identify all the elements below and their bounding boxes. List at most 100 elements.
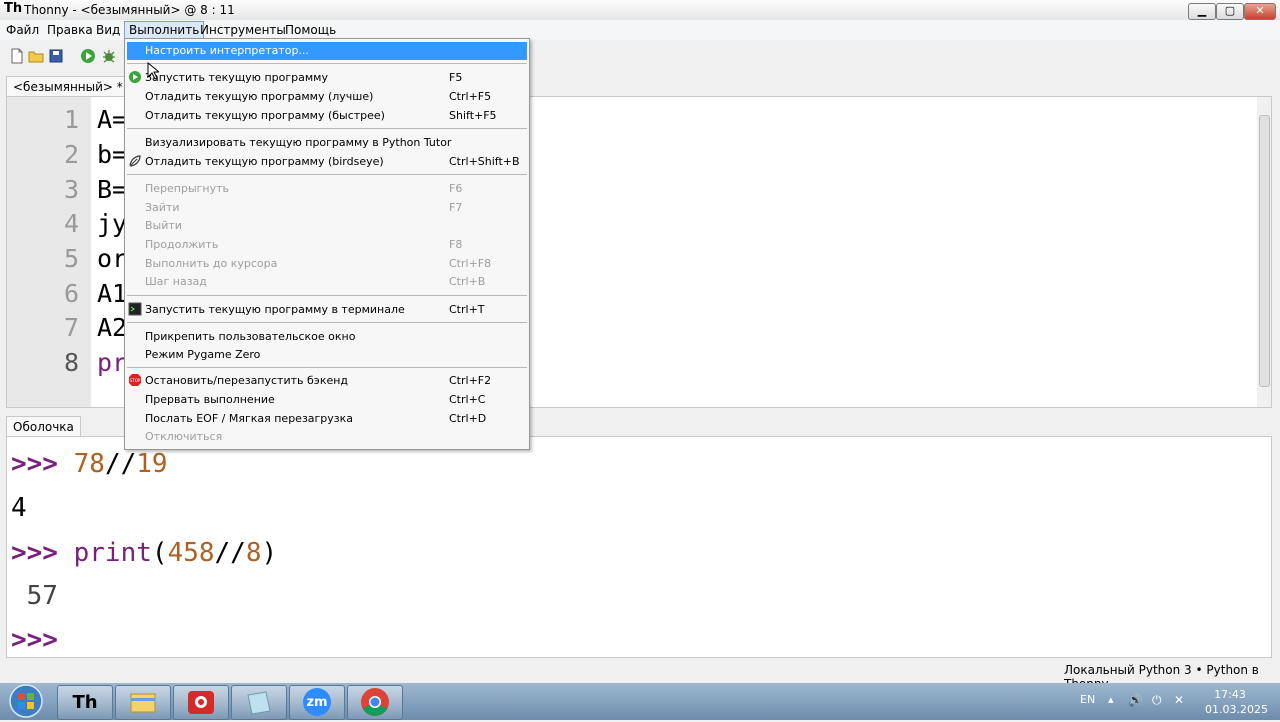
menu-item-send-eof[interactable]: Послать EOF / Мягкая перезагрузка [145, 410, 353, 427]
menu-view[interactable]: Вид [92, 22, 124, 38]
menu-item-step-back: Шаг назад [145, 275, 207, 288]
line-number: 3 [63, 175, 79, 204]
shell-function: print [73, 538, 152, 568]
close-button[interactable]: ✕ [1244, 3, 1276, 20]
line-number-gutter: 1 2 3 4 5 6 7 8 [7, 97, 91, 407]
menu-item-step-into: Зайти [145, 201, 180, 214]
shortcut-resume: F8 [449, 238, 463, 251]
start-button-icon[interactable] [4, 683, 48, 720]
menu-help[interactable]: Помощь [281, 22, 340, 38]
shell-number: 458 [167, 538, 215, 568]
clock-date: 01.03.2025 [1205, 703, 1268, 716]
menu-item-pygame-zero[interactable]: Режим Pygame Zero [145, 346, 260, 363]
power-icon[interactable]: ⏻ [1152, 693, 1162, 708]
code-line[interactable]: or [97, 244, 127, 273]
shell-prompt: >>> [11, 449, 58, 479]
language-indicator[interactable]: EN [1080, 693, 1095, 706]
editor-scroll-thumb[interactable] [1259, 115, 1270, 387]
chrome-icon [361, 688, 389, 716]
line-number: 5 [63, 244, 79, 273]
run-icon[interactable] [80, 48, 96, 64]
menu-item-step-over: Перепрыгнуть [145, 182, 230, 195]
taskbar-recorder[interactable] [173, 685, 229, 720]
zoom-label: zm [306, 695, 328, 710]
menu-tools[interactable]: Инструменты [196, 22, 290, 38]
shortcut-interrupt: Ctrl+C [449, 393, 486, 406]
shell-prompt: >>> [11, 625, 58, 655]
shell-operator: // [104, 449, 137, 479]
menu-item-stop-restart-backend[interactable]: Остановить/перезапустить бэкенд [145, 372, 348, 389]
shortcut-debug-birdseye: Ctrl+Shift+B [449, 155, 520, 168]
code-line[interactable]: pr [97, 348, 127, 377]
shortcut-stop-restart: Ctrl+F2 [449, 374, 492, 387]
shell-panel[interactable]: >>> 78//19 4 >>> print(458//8) 57 >>> [6, 436, 1272, 658]
menu-item-debug-birdseye[interactable]: Отладить текущую программу (birdseye) [145, 153, 384, 170]
line-number-current: 8 [63, 348, 79, 377]
thonny-app-icon: Th [4, 1, 23, 16]
tab-editor-untitled[interactable]: <безымянный> * [6, 76, 130, 97]
shortcut-step-over: F6 [449, 182, 463, 195]
taskbar-chrome[interactable] [347, 685, 403, 720]
code-line[interactable]: A1 [97, 279, 127, 308]
shell-input-line[interactable]: >>> [11, 625, 58, 655]
menu-separator [127, 295, 527, 296]
menu-item-python-tutor[interactable]: Визуализировать текущую программу в Pyth… [145, 134, 451, 151]
taskbar-zoom[interactable]: zm [289, 685, 345, 720]
open-folder-icon[interactable] [28, 48, 44, 64]
code-line[interactable]: b= [97, 140, 127, 169]
shell-number: 19 [136, 449, 168, 479]
taskbar-notes[interactable] [231, 685, 287, 720]
line-number: 6 [63, 279, 79, 308]
tray-expand-icon[interactable]: ▴ [1108, 693, 1114, 706]
shell-prompt: >>> [11, 538, 58, 568]
tab-shell[interactable]: Оболочка [6, 416, 81, 437]
code-line[interactable]: A= [97, 105, 127, 134]
shell-paren: ( [151, 538, 168, 568]
folder-icon [130, 693, 156, 713]
save-icon[interactable] [48, 48, 64, 64]
new-file-icon[interactable] [9, 48, 25, 64]
menu-edit[interactable]: Правка [43, 22, 97, 38]
taskbar-explorer[interactable] [115, 685, 171, 720]
debug-bug-icon[interactable] [101, 48, 117, 64]
menu-item-run-in-terminal[interactable]: Запустить текущую программу в терминале [145, 301, 405, 318]
menu-item-interrupt[interactable]: Прервать выполнение [145, 391, 275, 408]
line-number: 2 [63, 140, 79, 169]
menu-item-resume: Продолжить [145, 238, 219, 251]
menu-separator [127, 322, 527, 323]
stop-icon: STOP [129, 374, 141, 386]
menu-item-configure-interpreter[interactable]: Настроить интерпретатор... [145, 42, 309, 59]
run-icon [129, 71, 141, 83]
menu-item-debug-nicer[interactable]: Отладить текущую программу (лучше) [145, 88, 373, 105]
code-line[interactable]: jy [97, 209, 127, 238]
menu-file[interactable]: Файл [2, 22, 43, 38]
notes-icon [247, 691, 271, 715]
menu-item-pin-user-window[interactable]: Прикрепить пользовательское окно [145, 328, 355, 345]
network-icon[interactable]: ✕ [1174, 693, 1184, 707]
menu-separator [127, 174, 527, 175]
menu-run[interactable]: Выполнить [124, 21, 205, 39]
shell-entry: >>> 78//19 [11, 449, 168, 479]
maximize-button[interactable]: ▢ [1216, 3, 1244, 20]
tab-shell-label: Оболочка [13, 420, 74, 434]
shell-entry: >>> print(458//8) [11, 538, 277, 568]
run-menu-dropdown: Настроить интерпретатор... Запустить тек… [124, 38, 530, 450]
line-number: 4 [63, 209, 79, 238]
editor-scrollbar[interactable] [1257, 97, 1271, 407]
shell-number: 8 [245, 538, 262, 568]
minimize-button[interactable]: ▁ [1188, 3, 1216, 20]
menu-separator [127, 128, 527, 129]
shortcut-debug-nicer: Ctrl+F5 [449, 90, 492, 103]
shortcut-step-back: Ctrl+B [449, 275, 486, 288]
menu-item-debug-faster[interactable]: Отладить текущую программу (быстрее) [145, 107, 385, 124]
clock[interactable]: 17:43 01.03.2025 [1205, 687, 1268, 717]
menu-item-run[interactable]: Запустить текущую программу [145, 69, 328, 86]
volume-icon[interactable]: 🔊 [1128, 693, 1143, 707]
taskbar-thonny[interactable]: Th [57, 685, 113, 720]
code-line[interactable]: A2 [97, 313, 127, 342]
code-line[interactable]: B= [97, 175, 127, 204]
menu-item-step-out: Выйти [145, 219, 182, 232]
shell-number: 78 [73, 449, 105, 479]
shortcut-run-in-terminal: Ctrl+T [449, 303, 485, 316]
shortcut-send-eof: Ctrl+D [449, 412, 487, 425]
